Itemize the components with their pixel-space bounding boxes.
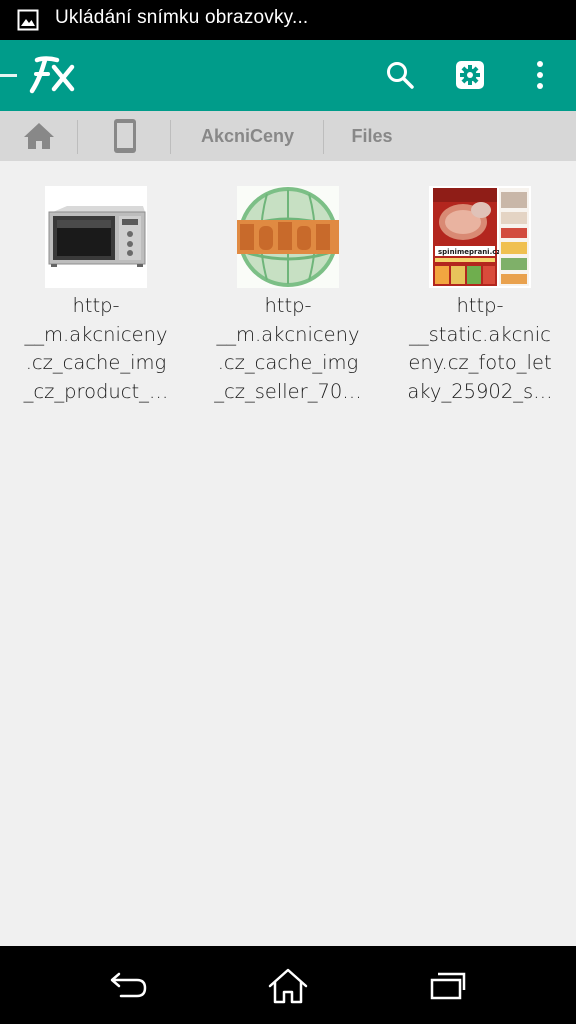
file-item[interactable]: spinimeprani.cz http- __static.akcnic en… (384, 186, 576, 416)
breadcrumb-label: AkcniCeny (200, 125, 295, 146)
system-nav-bar (0, 946, 576, 1024)
breadcrumb-folder-files[interactable]: Files (324, 111, 420, 161)
image-icon (17, 9, 39, 31)
more-vert-icon (537, 61, 543, 89)
file-grid: http- __m.akcniceny .cz_cache_img _cz_pr… (0, 161, 576, 946)
breadcrumb-folder-akcniceny[interactable]: AkcniCeny (171, 111, 324, 161)
file-name: http- __m.akcniceny .cz_cache_img _cz_pr… (23, 294, 169, 403)
file-thumbnail-nobu-logo (237, 186, 339, 288)
file-name: http- __m.akcniceny .cz_cache_img _cz_se… (214, 294, 362, 403)
leaflet-brand-text: spinimeprani.cz (438, 248, 500, 256)
back-icon (110, 972, 147, 998)
nav-back-button[interactable] (104, 964, 154, 1008)
status-notification-text: Ukládání snímku obrazovky... (55, 7, 309, 28)
search-icon (387, 62, 414, 89)
file-thumbnail-microwave (45, 186, 147, 288)
settings-button[interactable] (453, 58, 487, 92)
file-item[interactable]: http- __m.akcniceny .cz_cache_img _cz_pr… (0, 186, 192, 416)
home-icon (24, 123, 54, 149)
drawer-indicator[interactable] (0, 74, 17, 77)
breadcrumb: AkcniCeny Files (0, 111, 576, 161)
settings-icon (456, 61, 484, 89)
search-button[interactable] (383, 58, 417, 92)
fx-logo-icon (29, 56, 75, 94)
file-thumbnail-leaflet: spinimeprani.cz (429, 186, 531, 288)
recent-apps-icon (430, 972, 466, 1000)
app-bar (0, 40, 576, 111)
more-options-button[interactable] (523, 58, 557, 92)
breadcrumb-device[interactable] (78, 111, 171, 161)
phone-icon (113, 119, 136, 153)
home-icon (268, 968, 308, 1004)
breadcrumb-home[interactable] (0, 111, 78, 161)
status-bar: Ukládání snímku obrazovky... (0, 0, 576, 40)
breadcrumb-label: Files (351, 125, 393, 146)
nav-recent-apps-button[interactable] (423, 964, 473, 1008)
file-name: http- __static.akcnic eny.cz_foto_let ak… (407, 294, 553, 403)
file-item[interactable]: http- __m.akcniceny .cz_cache_img _cz_se… (192, 186, 384, 416)
nav-home-button[interactable] (263, 964, 313, 1008)
